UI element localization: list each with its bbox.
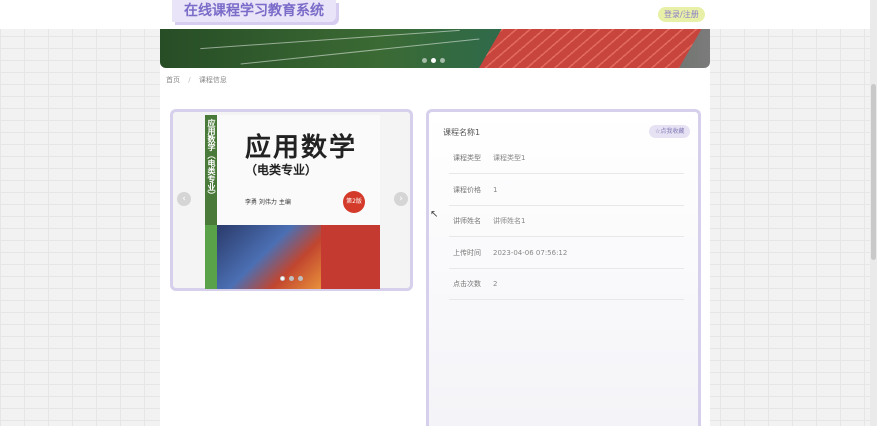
- info-row-upload-time: 上传时间 2023-04-06 07:56:12: [449, 238, 684, 269]
- banner-dot[interactable]: [440, 58, 445, 63]
- breadcrumb-separator: /: [188, 76, 191, 84]
- book-subtitle: （电类专业）: [245, 163, 318, 177]
- carousel-prev-arrow-icon[interactable]: ‹: [177, 192, 191, 206]
- cover-red-block: [321, 225, 380, 289]
- field-label: 课程类型: [453, 154, 481, 162]
- page-scrollbar[interactable]: [870, 0, 877, 426]
- breadcrumb: 首页 / 课程信息: [160, 71, 710, 89]
- field-value: 讲师姓名1: [493, 217, 526, 225]
- banner-dots: [422, 58, 445, 63]
- edition-badge: 第2版: [343, 191, 365, 213]
- book-authors: 李勇 刘伟力 主编: [245, 199, 291, 206]
- breadcrumb-home[interactable]: 首页: [166, 76, 180, 84]
- carousel-dot[interactable]: [289, 276, 294, 281]
- book-title: 应用数学: [245, 133, 358, 163]
- banner-dot-active[interactable]: [431, 58, 436, 63]
- banner-carousel: [160, 29, 710, 68]
- course-image-carousel: 应用数学（电类专业） 应用数学 （电类专业） 李勇 刘伟力 主编 第2版 ‹ ›: [170, 109, 413, 291]
- field-label: 讲师姓名: [453, 217, 481, 225]
- field-line: [200, 29, 460, 50]
- course-name: 课程名称1: [443, 128, 481, 137]
- main-content: 首页 / 课程信息 应用数学（电类专业） 应用数学 （电类专业） 李勇 刘伟力 …: [160, 29, 710, 426]
- mouse-cursor-icon: ↖: [430, 209, 439, 220]
- info-row-clicks: 点击次数 2: [449, 269, 684, 300]
- field-label: 课程价格: [453, 186, 481, 194]
- cover-photo: [217, 225, 321, 289]
- info-row-price: 课程价格 1: [449, 175, 684, 206]
- carousel-dot-active[interactable]: [280, 276, 285, 281]
- book-cover-image: 应用数学（电类专业） 应用数学 （电类专业） 李勇 刘伟力 主编 第2版: [205, 115, 380, 289]
- carousel-dots: [280, 276, 303, 281]
- carousel-next-arrow-icon[interactable]: ›: [394, 192, 408, 206]
- scrollbar-thumb[interactable]: [871, 84, 876, 260]
- login-register-button[interactable]: 登录/注册: [658, 7, 705, 22]
- field-value: 1: [493, 186, 498, 194]
- book-spine-text: 应用数学（电类专业）: [207, 119, 216, 199]
- field-value: 课程类型1: [493, 154, 526, 162]
- carousel-dot[interactable]: [298, 276, 303, 281]
- banner-dot[interactable]: [422, 58, 427, 63]
- cover-green-strip: [205, 225, 217, 289]
- field-value: 2: [493, 280, 498, 288]
- favorite-button[interactable]: ☆点我收藏: [649, 125, 691, 138]
- running-track: [466, 29, 710, 68]
- field-label: 上传时间: [453, 249, 481, 257]
- top-bar: 在线课程学习教育系统 登录/注册: [0, 0, 877, 29]
- field-value: 2023-04-06 07:56:12: [493, 249, 568, 257]
- site-title: 在线课程学习教育系统: [172, 0, 336, 22]
- field-label: 点击次数: [453, 280, 481, 288]
- breadcrumb-current: 课程信息: [198, 76, 227, 84]
- course-info-panel: 课程名称1 ☆点我收藏 课程类型 课程类型1 课程价格 1 讲师姓名 讲师姓名1…: [426, 109, 701, 426]
- info-row-type: 课程类型 课程类型1: [449, 143, 684, 174]
- info-row-teacher: 讲师姓名 讲师姓名1: [449, 206, 684, 237]
